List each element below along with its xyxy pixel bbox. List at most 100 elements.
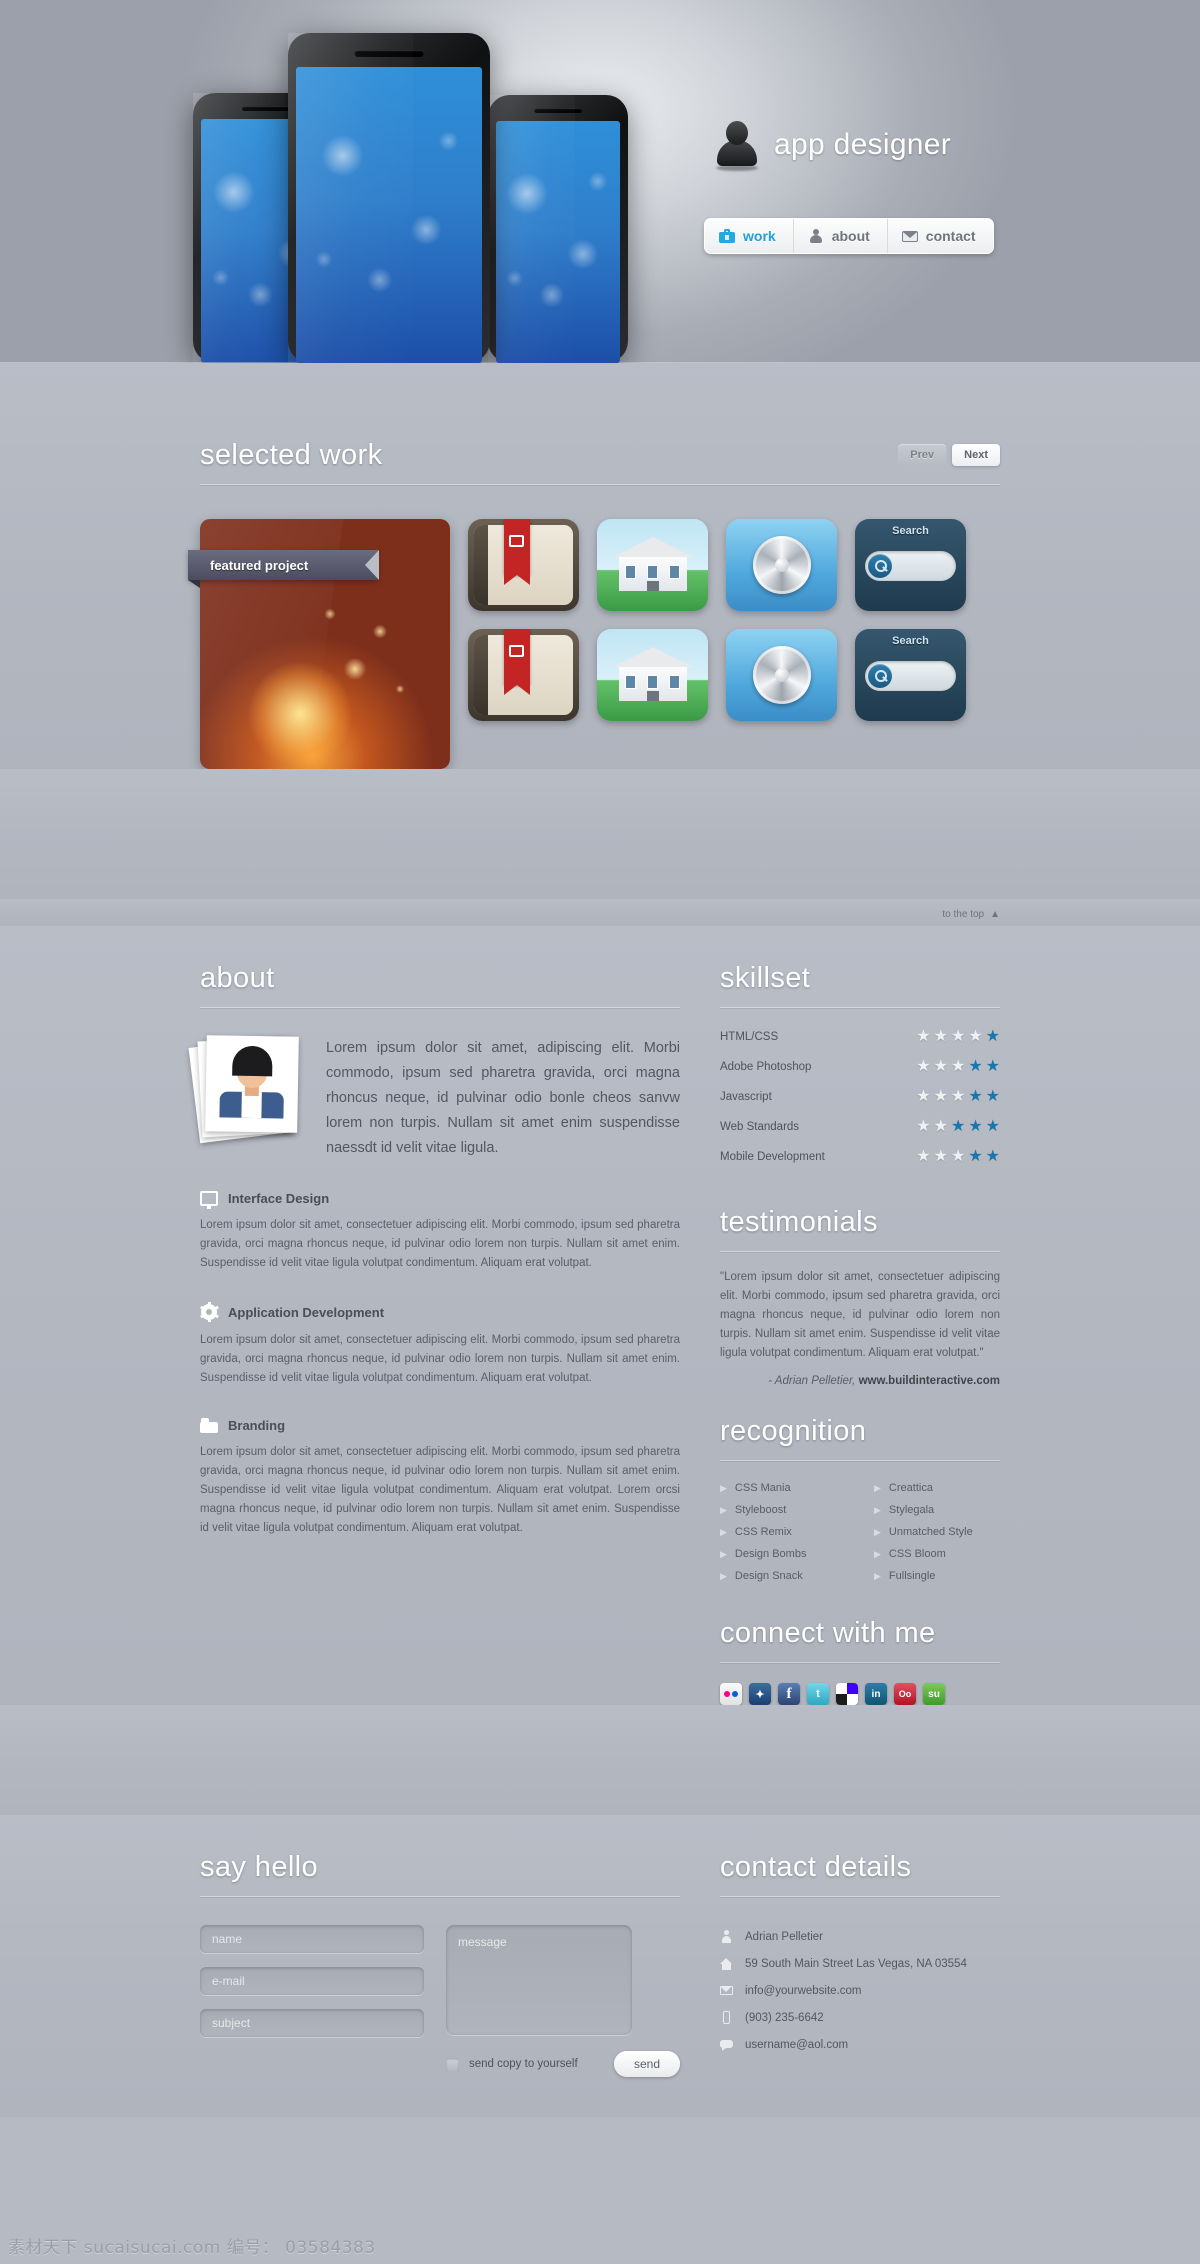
contact-value: info@yourwebsite.com xyxy=(745,1984,862,1997)
service-application-development: Application Development Lorem ipsum dolo… xyxy=(199,1302,680,1388)
list-item[interactable]: ▶ Fullsingle xyxy=(874,1565,1000,1587)
work-tile-knob[interactable] xyxy=(726,629,837,721)
service-title: Branding xyxy=(228,1418,286,1433)
section-title-connect: connect with me xyxy=(720,1617,936,1649)
work-grid: featured project Search Search xyxy=(188,519,1000,769)
linkedin-icon[interactable]: in xyxy=(865,1683,887,1705)
work-tile-house[interactable] xyxy=(597,629,708,721)
name-input[interactable]: name xyxy=(200,1925,424,1953)
list-item[interactable]: ▶ Design Snack xyxy=(720,1565,846,1587)
contact-section: say hello name e-mail subject message se… xyxy=(0,1815,1200,2117)
chevron-right-icon: ▶ xyxy=(720,1570,727,1581)
to-top-band: to the top ▲ xyxy=(0,899,1200,926)
send-copy-checkbox[interactable] xyxy=(446,2057,459,2071)
service-title: Interface Design xyxy=(228,1191,330,1206)
recognition-label: CSS Mania xyxy=(734,1482,791,1494)
list-item[interactable]: ▶ Design Bombs xyxy=(720,1543,846,1565)
subject-input[interactable]: subject xyxy=(200,2009,424,2037)
service-interface-design: Interface Design Lorem ipsum dolor sit a… xyxy=(200,1191,680,1273)
divider xyxy=(200,1007,680,1008)
skill-name: Adobe Photoshop xyxy=(720,1061,812,1073)
facebook-icon[interactable]: f xyxy=(778,1683,800,1705)
work-tile-house[interactable] xyxy=(597,519,708,611)
list-item[interactable]: ▶ CSS Mania xyxy=(720,1477,846,1499)
magnifier-icon xyxy=(868,554,892,578)
main-navigation[interactable]: work about contact xyxy=(704,218,994,254)
section-title-work: selected work xyxy=(200,439,383,471)
recognition-column-1: ▶ CSS Mania ▶ Styleboost ▶ CSS Remix ▶ Desig… xyxy=(720,1477,846,1587)
nav-item-contact[interactable]: contact xyxy=(888,219,993,253)
work-tile-search[interactable]: Search xyxy=(855,629,966,721)
work-tile-knob[interactable] xyxy=(726,519,837,611)
gear-icon xyxy=(199,1302,219,1322)
divider xyxy=(200,1896,680,1897)
about-intro-text: Lorem ipsum dolor sit amet, adipiscing e… xyxy=(326,1040,680,1156)
list-item[interactable]: ▶ Stylegala xyxy=(874,1499,1000,1521)
work-tile-book[interactable] xyxy=(468,629,579,721)
phone-icon xyxy=(720,2011,733,2024)
monitor-icon xyxy=(200,1191,218,1209)
person-icon xyxy=(808,229,824,243)
sidebar-column: skillset HTML/CSS ★ ★ ★ ★ ★ Adobe Photoshop … xyxy=(720,962,1000,1705)
contact-row-im[interactable]: username@aol.com xyxy=(720,2031,1000,2058)
nav-item-work[interactable]: work xyxy=(705,219,794,253)
prev-button[interactable]: Prev xyxy=(898,444,947,466)
myspace-icon[interactable]: ✦ xyxy=(749,1683,771,1705)
list-item[interactable]: ▶ Unmatched Style xyxy=(874,1521,1000,1543)
skill-row: Mobile Development ★ ★ ★ ★ ★ xyxy=(720,1142,1000,1172)
testimonial-site[interactable]: www.buildinteractive.com xyxy=(859,1375,1000,1387)
next-button[interactable]: Next xyxy=(952,444,1000,466)
work-tile-book[interactable] xyxy=(468,519,579,611)
to-the-top-link[interactable]: to the top ▲ xyxy=(200,899,1000,920)
divider xyxy=(720,1460,1000,1461)
section-title-contact-details: contact details xyxy=(720,1851,912,1883)
list-item[interactable]: ▶ CSS Bloom xyxy=(874,1543,1000,1565)
nav-item-about[interactable]: about xyxy=(794,219,888,253)
chat-icon xyxy=(720,2038,733,2051)
contact-value: Adrian Pelletier xyxy=(745,1930,823,1943)
recognition-label: Stylegala xyxy=(888,1504,935,1516)
section-title-skillset: skillset xyxy=(720,962,811,994)
testimonial-quote: "Lorem ipsum dolor sit amet, consectetue… xyxy=(720,1271,1000,1359)
contact-details-list: Adrian Pelletier 59 South Main Street La… xyxy=(720,1923,1000,2058)
skill-name: HTML/CSS xyxy=(720,1031,779,1043)
to-the-top-label: to the top xyxy=(942,909,985,920)
skill-row: Web Standards ★ ★ ★ ★ ★ xyxy=(720,1112,1000,1142)
flickr-icon[interactable] xyxy=(720,1683,742,1705)
work-pager[interactable]: Prev Next xyxy=(898,444,1000,466)
contact-row-name: Adrian Pelletier xyxy=(720,1923,1000,1950)
featured-project-card[interactable]: featured project xyxy=(188,519,450,769)
stumbleupon-icon[interactable]: su xyxy=(923,1683,945,1705)
list-item[interactable]: ▶ Creattica xyxy=(874,1477,1000,1499)
message-textarea[interactable]: message xyxy=(446,1925,632,2035)
spacer-band xyxy=(0,769,1200,899)
star-rating: ★ ★ ★ ★ ★ xyxy=(916,1118,1000,1135)
person-icon xyxy=(720,1930,733,1943)
contact-row-email[interactable]: info@yourwebsite.com xyxy=(720,1977,1000,2004)
contact-details-column: contact details Adrian Pelletier 59 Sout… xyxy=(720,1851,1000,2077)
work-tile-search[interactable]: Search xyxy=(855,519,966,611)
email-input[interactable]: e-mail xyxy=(200,1967,424,1995)
skill-row: Javascript ★ ★ ★ ★ ★ xyxy=(720,1082,1000,1112)
testimonial-author: - Adrian Pelletier, xyxy=(768,1375,856,1387)
twitter-icon[interactable]: t xyxy=(807,1683,829,1705)
briefcase-icon xyxy=(719,229,735,243)
chevron-right-icon: ▶ xyxy=(720,1526,727,1537)
recognition-column-2: ▶ Creattica ▶ Stylegala ▶ Unmatched Style ▶… xyxy=(874,1477,1000,1587)
social-links[interactable]: ✦ f t in Oo su xyxy=(720,1683,1000,1705)
lastfm-icon[interactable]: Oo xyxy=(894,1683,916,1705)
contact-value: username@aol.com xyxy=(745,2038,849,2051)
service-body: Lorem ipsum dolor sit amet, consectetuer… xyxy=(200,1334,680,1384)
chevron-right-icon: ▶ xyxy=(720,1548,727,1559)
user-silhouette-icon xyxy=(714,119,760,171)
send-copy-label: send copy to yourself xyxy=(469,2058,578,2070)
send-button[interactable]: send xyxy=(613,2051,680,2077)
contact-row-phone: (903) 235-6642 xyxy=(720,2004,1000,2031)
recognition-label: Fullsingle xyxy=(888,1570,936,1582)
delicious-icon[interactable] xyxy=(836,1683,858,1705)
list-item[interactable]: ▶ Styleboost xyxy=(720,1499,846,1521)
list-item[interactable]: ▶ CSS Remix xyxy=(720,1521,846,1543)
contact-value: (903) 235-6642 xyxy=(745,2011,824,2024)
section-title-say-hello: say hello xyxy=(200,1851,319,1883)
section-title-testimonials: testimonials xyxy=(720,1206,878,1238)
